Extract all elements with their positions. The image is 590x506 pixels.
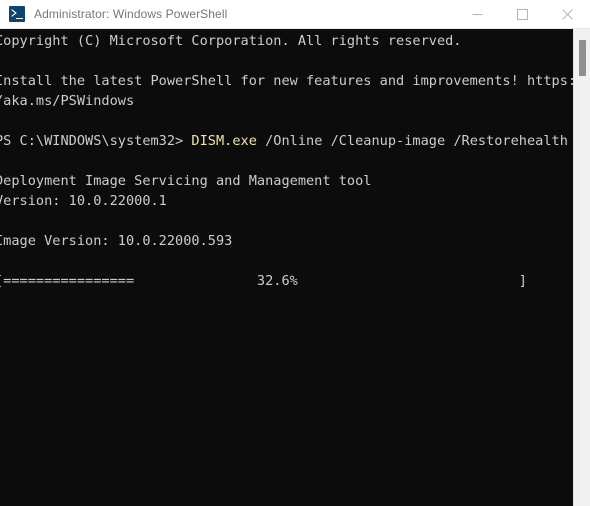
- terminal-text: Copyright (C) Microsoft Corporation. All…: [0, 31, 573, 291]
- terminal-line: Version: 10.0.22000.1: [0, 193, 167, 209]
- window-controls: [455, 0, 590, 29]
- window-title: Administrator: Windows PowerShell: [34, 7, 228, 21]
- vertical-scrollbar[interactable]: [573, 29, 590, 506]
- powershell-icon: [9, 6, 25, 22]
- scrollbar-thumb[interactable]: [579, 40, 586, 76]
- terminal-line: PS C:\WINDOWS\system32> DISM.exe /Online…: [0, 131, 573, 151]
- terminal-output-area[interactable]: Copyright (C) Microsoft Corporation. All…: [0, 29, 573, 506]
- terminal-command-args: /Online /Cleanup-image /Restorehealth: [256, 133, 568, 149]
- terminal-line: Install the latest PowerShell for new fe…: [0, 73, 573, 89]
- terminal-line: Deployment Image Servicing and Managemen…: [0, 173, 372, 189]
- terminal-prompt: PS C:\WINDOWS\system32>: [0, 133, 192, 149]
- title-bar[interactable]: Administrator: Windows PowerShell: [0, 0, 590, 29]
- powershell-icon-underscore: [16, 17, 23, 19]
- terminal-command-name: DISM.exe: [191, 133, 257, 149]
- terminal-line: [================ 32.6% ]: [0, 273, 527, 289]
- terminal-line: Copyright (C) Microsoft Corporation. All…: [0, 33, 462, 49]
- minimize-button[interactable]: [455, 0, 500, 29]
- powershell-window: Administrator: Windows PowerShell Copyri…: [0, 0, 590, 506]
- terminal-line: Image Version: 10.0.22000.593: [0, 233, 233, 249]
- terminal-line: /aka.ms/PSWindows: [0, 93, 135, 109]
- close-button[interactable]: [545, 0, 590, 29]
- maximize-button[interactable]: [500, 0, 545, 29]
